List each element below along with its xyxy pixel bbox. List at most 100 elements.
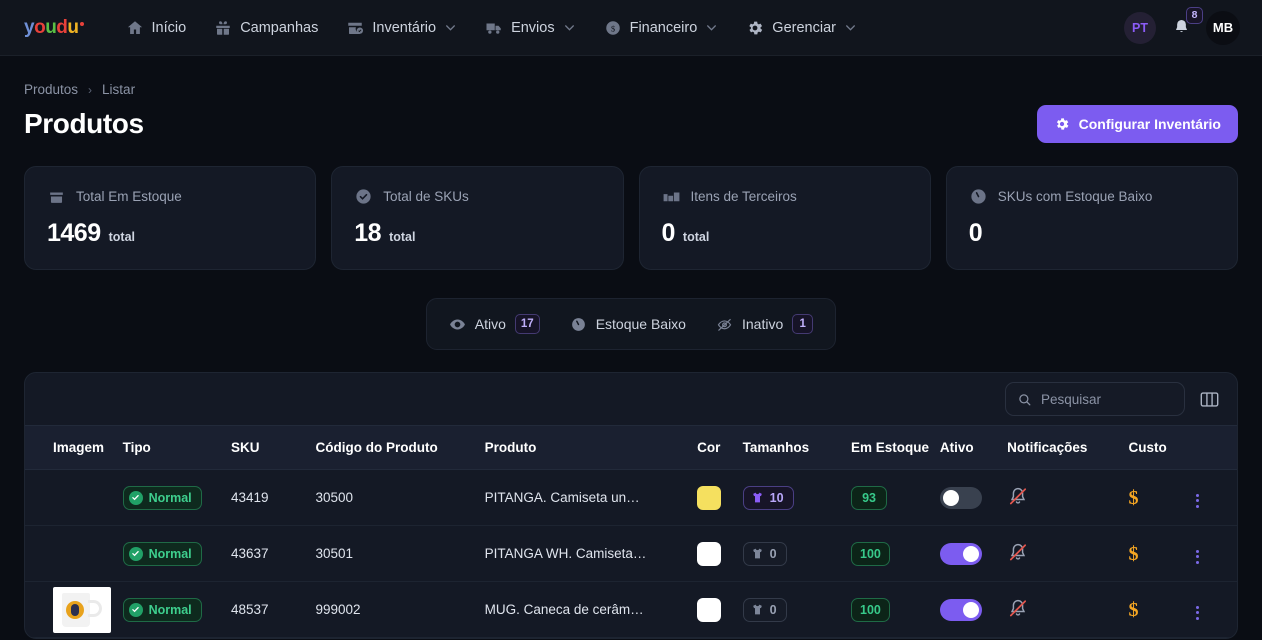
configure-inventory-label: Configurar Inventário bbox=[1078, 116, 1221, 132]
nav-item-gerenciar[interactable]: Gerenciar bbox=[734, 12, 869, 44]
nav-item-inicio[interactable]: Início bbox=[114, 12, 199, 44]
boxes-icon bbox=[662, 187, 681, 206]
table-header-row: Imagem Tipo SKU Código do Produto Produt… bbox=[25, 425, 1237, 470]
gauge-low-icon bbox=[570, 316, 587, 333]
column-header-notificacoes[interactable]: Notificações bbox=[1007, 425, 1129, 470]
row-menu-icon[interactable] bbox=[1187, 547, 1207, 567]
sizes-count: 0 bbox=[769, 546, 777, 561]
cell-actions bbox=[1187, 581, 1237, 638]
sizes-badge[interactable]: 0 bbox=[742, 597, 787, 622]
bell-muted-icon[interactable] bbox=[1007, 597, 1029, 619]
cell-imagem bbox=[25, 581, 123, 638]
box-check-icon bbox=[346, 19, 364, 37]
columns-icon bbox=[1200, 391, 1218, 407]
table-body: Normal 43419 30500 PITANGA. Camiseta un… bbox=[25, 469, 1237, 638]
brand-logo[interactable]: youdu bbox=[24, 18, 84, 37]
column-header-produto[interactable]: Produto bbox=[484, 425, 698, 470]
table-row[interactable]: Normal 48537 999002 MUG. Caneca de cerâm… bbox=[25, 581, 1237, 638]
products-table-panel: Imagem Tipo SKU Código do Produto Produt… bbox=[24, 372, 1238, 639]
filter-tab-ativo[interactable]: Ativo 17 bbox=[437, 307, 552, 341]
color-swatch[interactable] bbox=[697, 597, 722, 622]
page-content: Produtos › Listar Produtos Configurar In… bbox=[0, 56, 1262, 639]
chevron-down-icon bbox=[563, 21, 576, 34]
stock-badge: 100 bbox=[851, 597, 890, 622]
nav-item-campanhas[interactable]: Campanhas bbox=[202, 12, 330, 44]
nav-item-financeiro[interactable]: $ Financeiro bbox=[592, 12, 731, 44]
stat-label: Itens de Terceiros bbox=[690, 189, 797, 204]
stock-badge: 100 bbox=[851, 541, 890, 566]
shirt-icon bbox=[752, 548, 762, 559]
nav-item-envios[interactable]: Envios bbox=[473, 12, 588, 44]
truck-icon bbox=[485, 19, 503, 37]
nav-item-inventario[interactable]: Inventário bbox=[334, 12, 469, 44]
filter-tab-label: Ativo bbox=[474, 316, 506, 332]
cell-custo: $ bbox=[1128, 525, 1188, 582]
sizes-badge[interactable]: 10 bbox=[742, 485, 794, 510]
row-menu-icon[interactable] bbox=[1187, 603, 1207, 623]
search-input[interactable] bbox=[1041, 391, 1173, 407]
column-header-sku[interactable]: SKU bbox=[230, 425, 316, 470]
table-row[interactable]: Normal 43419 30500 PITANGA. Camiseta un… bbox=[25, 469, 1237, 526]
chevron-down-icon bbox=[444, 21, 457, 34]
toggle-knob bbox=[962, 545, 979, 562]
main-menu: Início Campanhas Inventário Envios $ Fin… bbox=[114, 12, 869, 44]
cell-produto: PITANGA WH. Camiseta… bbox=[484, 525, 698, 582]
sizes-badge[interactable]: 0 bbox=[742, 541, 787, 566]
table-row[interactable]: Normal 43637 30501 PITANGA WH. Camiseta… bbox=[25, 525, 1237, 582]
filter-tab-estoque-baixo[interactable]: Estoque Baixo bbox=[558, 309, 698, 340]
logo-letter-y: y bbox=[24, 17, 35, 38]
active-toggle[interactable] bbox=[939, 542, 982, 565]
product-thumbnail[interactable] bbox=[53, 586, 111, 633]
nav-label-gerenciar: Gerenciar bbox=[772, 19, 836, 36]
cell-imagem bbox=[25, 469, 123, 526]
search-box[interactable] bbox=[1005, 382, 1185, 416]
chevron-down-icon bbox=[844, 21, 857, 34]
type-badge: Normal bbox=[122, 541, 202, 566]
filter-tab-inativo[interactable]: Inativo 1 bbox=[704, 307, 825, 341]
stat-unit: total bbox=[108, 230, 136, 244]
cell-imagem bbox=[25, 525, 123, 582]
cell-codigo: 30500 bbox=[315, 469, 485, 526]
cost-button[interactable]: $ bbox=[1129, 487, 1139, 509]
cell-sku: 43637 bbox=[230, 525, 316, 582]
configure-inventory-button[interactable]: Configurar Inventário bbox=[1036, 105, 1238, 143]
column-header-tamanhos[interactable]: Tamanhos bbox=[742, 425, 852, 470]
column-header-tipo[interactable]: Tipo bbox=[122, 425, 231, 470]
cell-cor bbox=[697, 525, 743, 582]
cost-button[interactable]: $ bbox=[1129, 543, 1139, 565]
cell-actions bbox=[1187, 525, 1237, 582]
color-swatch[interactable] bbox=[697, 485, 722, 510]
cell-tamanhos: 0 bbox=[742, 525, 852, 582]
active-toggle[interactable] bbox=[939, 598, 982, 621]
workspace-avatar[interactable]: PT bbox=[1124, 11, 1156, 44]
columns-toggle-button[interactable] bbox=[1197, 388, 1221, 410]
nav-label-financeiro: Financeiro bbox=[629, 19, 698, 36]
type-badge: Normal bbox=[122, 597, 202, 622]
color-swatch[interactable] bbox=[697, 541, 722, 566]
account-avatar[interactable]: MB bbox=[1206, 10, 1240, 45]
shirt-icon bbox=[752, 492, 762, 503]
cell-cor bbox=[697, 581, 743, 638]
page-title: Produtos bbox=[24, 108, 144, 139]
notifications-button[interactable]: 8 bbox=[1166, 6, 1203, 43]
cost-button[interactable]: $ bbox=[1129, 599, 1139, 621]
bell-muted-icon[interactable] bbox=[1007, 541, 1029, 563]
column-header-em-estoque[interactable]: Em Estoque bbox=[851, 425, 940, 470]
active-toggle[interactable] bbox=[939, 486, 982, 509]
nav-label-envios: Envios bbox=[511, 19, 555, 36]
filter-tab-label: Estoque Baixo bbox=[595, 316, 686, 332]
logo-letter-d: d bbox=[56, 17, 68, 38]
breadcrumb-parent[interactable]: Produtos bbox=[24, 82, 78, 97]
logo-letter-u1: u bbox=[45, 17, 57, 38]
toggle-knob bbox=[962, 601, 979, 618]
column-header-codigo[interactable]: Código do Produto bbox=[315, 425, 485, 470]
column-header-imagem[interactable]: Imagem bbox=[25, 425, 123, 470]
gear-icon bbox=[746, 19, 764, 37]
row-menu-icon[interactable] bbox=[1187, 491, 1207, 511]
column-header-ativo[interactable]: Ativo bbox=[939, 425, 1008, 470]
type-badge-label: Normal bbox=[148, 602, 192, 617]
column-header-cor[interactable]: Cor bbox=[697, 425, 743, 470]
bell-muted-icon[interactable] bbox=[1007, 485, 1029, 507]
column-header-custo[interactable]: Custo bbox=[1128, 425, 1188, 470]
cell-codigo: 999002 bbox=[315, 581, 485, 638]
